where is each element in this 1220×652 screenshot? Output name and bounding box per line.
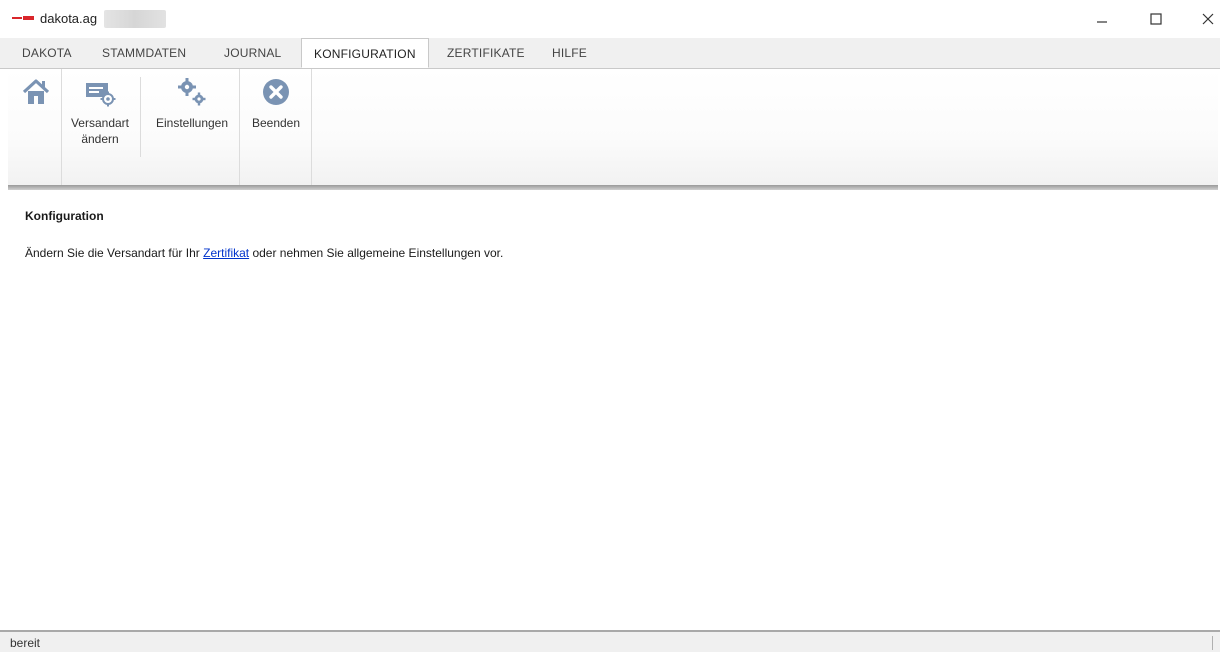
maximize-icon: [1150, 13, 1162, 25]
close-icon: [1202, 13, 1214, 25]
tab-stammdaten[interactable]: STAMMDATEN: [102, 38, 186, 68]
ribbon-separator: [239, 69, 240, 185]
tab-dakota[interactable]: DAKOTA: [22, 38, 72, 68]
window-title: dakota.ag: [40, 11, 98, 26]
settings-button[interactable]: Einstellungen: [146, 77, 238, 131]
ribbon-panel: Versandart ändern Einstellungen Beenden: [8, 69, 1218, 185]
ribbon-separator: [61, 69, 62, 185]
ribbon-border: [8, 185, 1218, 190]
tab-journal[interactable]: JOURNAL: [224, 38, 281, 68]
exit-button[interactable]: Beenden: [244, 77, 308, 131]
maximize-button[interactable]: [1138, 6, 1174, 32]
description-text-end: oder nehmen Sie allgemeine Einstellungen…: [249, 246, 504, 260]
home-icon: [22, 79, 50, 104]
tab-zertifikate[interactable]: ZERTIFIKATE: [447, 38, 525, 68]
tab-hilfe[interactable]: HILFE: [552, 38, 587, 68]
ribbon-separator: [140, 77, 141, 157]
title-redacted-area: [104, 10, 166, 28]
title-bar: dakota.ag: [0, 0, 1220, 38]
home-button[interactable]: [18, 77, 54, 107]
settings-label: Einstellungen: [155, 116, 229, 130]
ribbon-separator: [311, 69, 312, 185]
status-bar: bereit: [0, 630, 1220, 652]
minimize-icon: [1097, 21, 1107, 23]
close-circle-icon: [263, 79, 289, 105]
change-shipping-button[interactable]: Versandart ändern: [66, 77, 134, 147]
page-title: Konfiguration: [25, 209, 104, 223]
close-window-button[interactable]: [1190, 6, 1220, 32]
change-shipping-label: Versandart ändern: [70, 116, 130, 146]
minimize-button[interactable]: [1084, 6, 1120, 32]
status-bar-grip: [1212, 636, 1213, 650]
status-text: bereit: [10, 636, 41, 650]
content-description: Ändern Sie die Versandart für Ihr Zertif…: [25, 246, 503, 260]
exit-label: Beenden: [251, 116, 301, 130]
certificate-link[interactable]: Zertifikat: [203, 246, 249, 260]
tab-konfiguration[interactable]: KONFIGURATION: [301, 38, 429, 68]
ribbon-tab-bar: DAKOTA STAMMDATEN JOURNAL KONFIGURATION …: [0, 38, 1220, 69]
shipping-settings-icon: [86, 83, 116, 107]
gears-icon: [178, 78, 206, 106]
description-text-start: Ändern Sie die Versandart für Ihr: [25, 246, 204, 260]
dakota-logo-icon: [12, 16, 34, 20]
